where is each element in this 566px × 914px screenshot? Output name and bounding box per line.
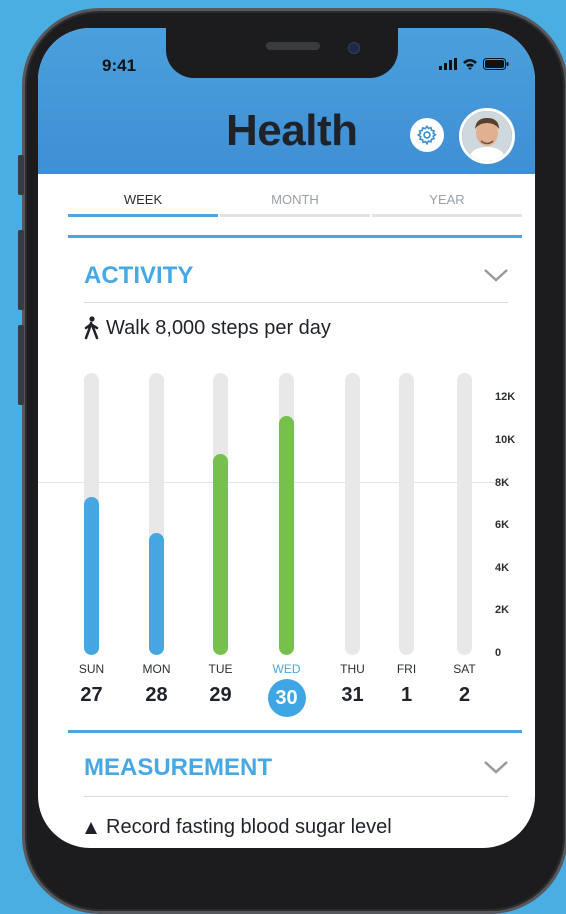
- day-label: SUN: [78, 662, 105, 676]
- chevron-down-icon[interactable]: [482, 266, 510, 284]
- measurement-record-text: Record fasting blood sugar level: [106, 816, 392, 838]
- walking-person-icon: [84, 316, 99, 340]
- device-notch: [166, 28, 398, 78]
- tab-month[interactable]: MONTH: [220, 192, 370, 207]
- activity-header-divider: [84, 302, 508, 303]
- measurement-header-divider: [84, 796, 508, 797]
- tab-week[interactable]: WEEK: [68, 192, 218, 207]
- measurement-record[interactable]: Record fasting blood sugar level: [84, 816, 392, 839]
- y-tick-label: 12K: [495, 391, 516, 404]
- activity-section-divider: [68, 235, 522, 238]
- tab-month-indicator: [220, 214, 370, 217]
- status-icons: [439, 58, 509, 70]
- status-time: 9:41: [102, 56, 137, 75]
- front-camera: [348, 42, 360, 54]
- measurement-section-divider: [68, 730, 522, 733]
- user-photo-icon: [462, 111, 512, 161]
- y-tick-label: 10K: [495, 433, 516, 446]
- activity-bar[interactable]: [149, 532, 164, 655]
- y-tick-label: 0: [495, 647, 502, 659]
- day-label: TUE: [208, 662, 233, 676]
- activity-goal-text: Walk 8,000 steps per day: [106, 316, 331, 339]
- day-label: SAT: [453, 662, 476, 676]
- goal-line: [38, 481, 500, 483]
- volume-up-button: [18, 230, 24, 310]
- day-label: WED: [272, 662, 301, 676]
- activity-bar[interactable]: [279, 415, 294, 655]
- bar-track: [279, 373, 294, 655]
- activity-section-title: ACTIVITY: [84, 262, 194, 289]
- gear-icon: [416, 124, 437, 146]
- bar-track: [149, 373, 164, 655]
- bar-track: [84, 373, 99, 655]
- date-label[interactable]: 29: [201, 684, 241, 707]
- activity-chart: 12K 10K 8K 6K 4K 2K 0 SUN 27 MON 28 TUE 29 WED 30 THU 31…: [38, 368, 535, 717]
- volume-down-button: [18, 325, 24, 405]
- page-title: Health: [226, 106, 358, 155]
- wifi-icon: [463, 59, 477, 70]
- mute-switch: [18, 155, 24, 195]
- activity-bar[interactable]: [84, 496, 99, 655]
- date-label[interactable]: 31: [333, 684, 373, 707]
- day-label: THU: [340, 662, 365, 676]
- avatar[interactable]: [459, 108, 515, 164]
- day-label: FRI: [396, 662, 417, 676]
- selected-date[interactable]: 30: [267, 679, 306, 717]
- day-label: MON: [142, 662, 171, 676]
- date-label[interactable]: 2: [445, 684, 485, 707]
- y-tick-label: 2K: [495, 604, 510, 617]
- signal-icon: [439, 58, 457, 70]
- tab-year[interactable]: YEAR: [372, 192, 522, 207]
- measurement-section-title: MEASUREMENT: [84, 754, 273, 781]
- date-label[interactable]: 28: [137, 684, 177, 707]
- bar-track: [457, 373, 472, 655]
- y-tick-label: 4K: [495, 561, 510, 574]
- date-label[interactable]: 27: [72, 684, 112, 707]
- bar-track: [213, 373, 228, 655]
- battery-icon: [483, 58, 509, 70]
- activity-goal: Walk 8,000 steps per day: [84, 316, 331, 340]
- y-tick-label: 6K: [495, 519, 510, 532]
- y-tick-label: 8K: [495, 476, 510, 489]
- date-label[interactable]: 1: [387, 684, 427, 707]
- speaker-grille: [266, 42, 320, 50]
- chevron-down-icon[interactable]: [482, 758, 510, 776]
- activity-bar[interactable]: [213, 453, 228, 655]
- drop-icon: [85, 821, 97, 834]
- bar-track: [345, 373, 360, 655]
- settings-button[interactable]: [410, 118, 444, 152]
- tab-week-indicator: [68, 214, 218, 217]
- app-screen: 9:41 Health WEEK MONTH YEAR ACTIVITY Wal…: [38, 28, 535, 848]
- period-tabs: WEEK MONTH YEAR: [68, 192, 522, 222]
- bar-track: [399, 373, 414, 655]
- tab-year-indicator: [372, 214, 522, 217]
